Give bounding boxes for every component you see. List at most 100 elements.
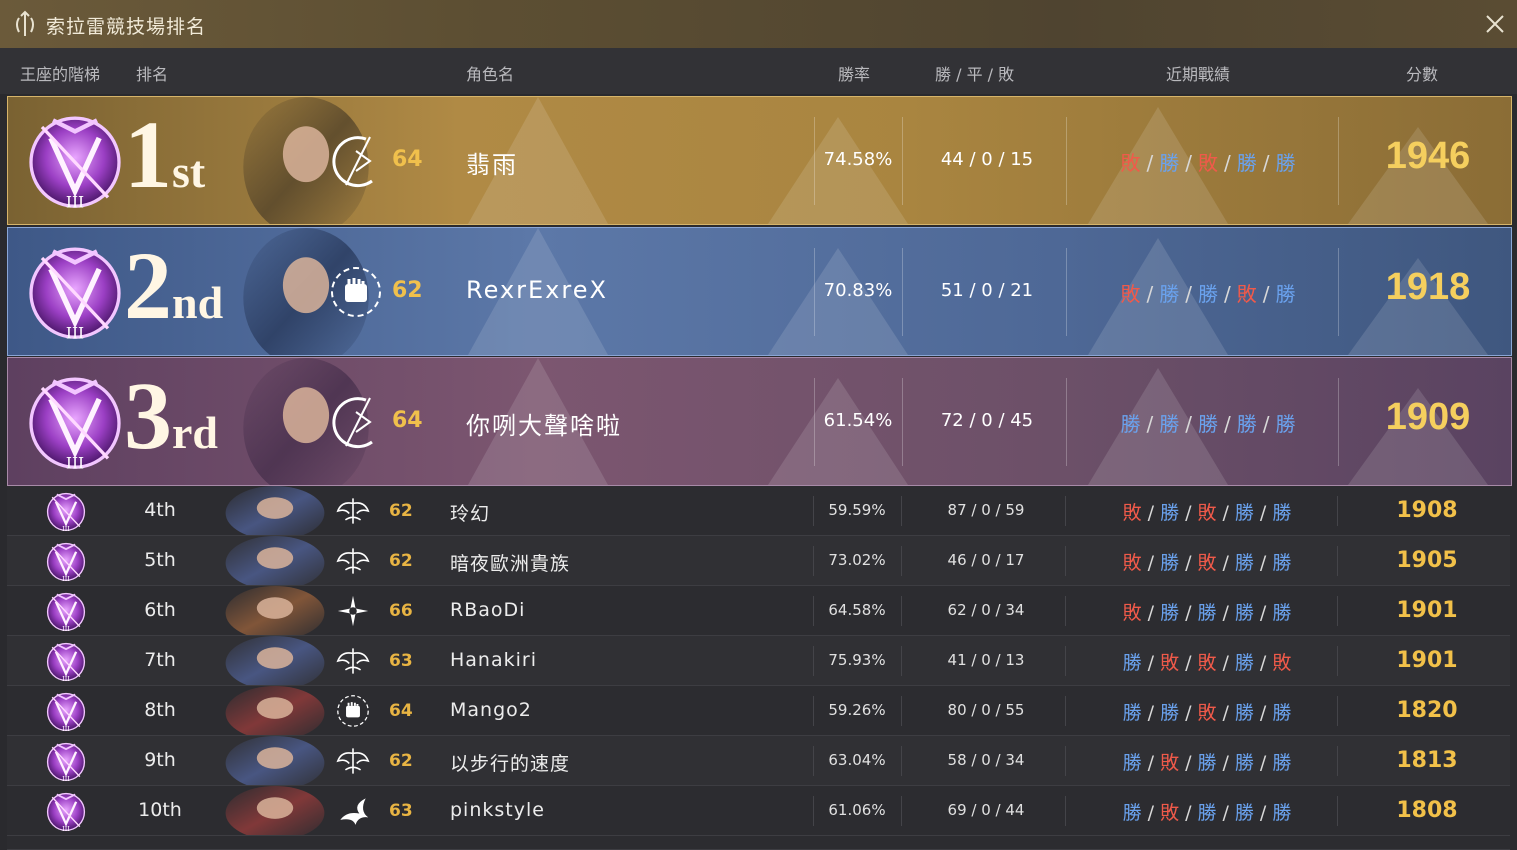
tier-emblem-icon: III: [43, 738, 89, 784]
recent-record: 勝 / 敗 / 勝 / 勝 / 勝: [1122, 802, 1292, 824]
score: 1908: [1396, 498, 1458, 523]
score: 1905: [1396, 548, 1458, 573]
character-level: 64: [389, 701, 413, 721]
recent-result: 勝: [1236, 151, 1257, 175]
wind-swirl-icon: [333, 792, 373, 830]
ranking-row[interactable]: III 5th 62 暗夜歐洲貴族 73.02% 46 / 0 / 17 敗 / 勝…: [7, 536, 1510, 590]
recent-result: 勝: [1160, 602, 1180, 624]
svg-text:III: III: [66, 324, 84, 342]
win-draw-loss: 72 / 0 / 45: [940, 410, 1034, 431]
rank-label: 7th: [144, 649, 176, 671]
recent-result: 勝: [1197, 802, 1217, 824]
score: 1909: [1385, 396, 1471, 438]
character-name: 以步行的速度: [450, 753, 571, 775]
tier-emblem-icon: III: [43, 688, 89, 734]
svg-text:III: III: [62, 825, 70, 833]
character-portrait: [203, 536, 333, 590]
character-level: 63: [389, 651, 413, 671]
recent-result: 敗: [1197, 552, 1217, 574]
rank-label: 6th: [144, 599, 176, 621]
character-level: 64: [392, 147, 423, 172]
recent-result: 敗: [1122, 552, 1142, 574]
tier-emblem-icon: III: [43, 538, 89, 584]
ranking-row[interactable]: III 7th 63 Hanakiri 75.93% 41 / 0 / 13 勝…: [7, 636, 1510, 690]
recent-result: 勝: [1272, 602, 1292, 624]
crescent-blade-icon: [326, 131, 386, 191]
recent-record: 敗 / 勝 / 勝 / 勝 / 勝: [1122, 602, 1292, 624]
recent-result: 敗: [1197, 702, 1217, 724]
star-blade-icon: [333, 592, 373, 630]
recent-result: 勝: [1160, 702, 1180, 724]
recent-result: 勝: [1122, 802, 1142, 824]
recent-result: 敗: [1120, 151, 1141, 175]
character-level: 64: [392, 408, 423, 433]
rank-suffix: rd: [172, 407, 218, 458]
recent-result: 勝: [1122, 702, 1142, 724]
score: 1820: [1396, 698, 1458, 723]
ranking-row[interactable]: III 6th 66 RBaoDi 64.58% 62 / 0 / 34 敗 / 勝…: [7, 586, 1510, 640]
winged-emblem-icon: [333, 742, 373, 780]
rank-number: 2: [124, 232, 172, 339]
character-name: 翡雨: [466, 151, 518, 179]
rank-badge: 3rd: [124, 366, 218, 466]
recent-result: 勝: [1159, 412, 1180, 436]
ranking-row[interactable]: III 4th 62 玲幻 59.59% 87 / 0 / 59 敗 / 勝 / 敗 / 勝…: [7, 486, 1510, 540]
recent-record: 勝 / 敗 / 敗 / 勝 / 敗: [1122, 652, 1292, 674]
recent-result: 敗: [1122, 502, 1142, 524]
ranking-row[interactable]: III 10th 63 pinkstyle 61.06% 69 / 0 / 44…: [7, 786, 1510, 840]
recent-result: 勝: [1198, 412, 1218, 436]
tier-emblem-icon: III: [43, 588, 89, 634]
recent-result: 勝: [1234, 652, 1254, 674]
character-portrait: [203, 486, 333, 540]
win-rate: 61.54%: [823, 410, 893, 431]
header-recent: 近期戰績: [1166, 65, 1231, 84]
character-portrait: [203, 736, 333, 790]
character-portrait: [203, 636, 333, 690]
column-header: 王座的階梯 排名 角色名 勝率 勝 / 平 / 敗 近期戰績 分數: [0, 48, 1517, 94]
character-level: 62: [389, 551, 413, 571]
recent-result: 勝: [1122, 652, 1142, 674]
recent-result: 勝: [1234, 602, 1254, 624]
win-rate: 73.02%: [828, 551, 886, 569]
recent-result: 勝: [1197, 602, 1217, 624]
recent-result: 勝: [1160, 502, 1180, 524]
recent-result: 勝: [1122, 752, 1142, 774]
win-rate: 70.83%: [823, 280, 893, 301]
tier-emblem-icon: III: [43, 638, 89, 684]
rank-suffix: nd: [172, 277, 224, 328]
rank-badge: 1st: [124, 105, 205, 205]
score: 1946: [1385, 135, 1471, 177]
header-winrate: 勝率: [838, 65, 871, 84]
character-name: 你咧大聲啥啦: [466, 412, 622, 440]
character-level: 62: [392, 278, 423, 303]
character-portrait: [203, 586, 333, 640]
recent-result: 敗: [1198, 151, 1218, 175]
score: 1901: [1396, 648, 1458, 673]
rank-label: 4th: [144, 499, 176, 521]
tier-emblem-icon: III: [20, 236, 130, 348]
character-name: 暗夜歐洲貴族: [450, 553, 571, 575]
ranking-row[interactable]: III 9th 62 以步行的速度 63.04% 58 / 0 / 34 勝 / 敗…: [7, 736, 1510, 790]
score: 1918: [1385, 266, 1471, 308]
header-name: 角色名: [466, 65, 515, 84]
top-ranking-row[interactable]: III 2nd 62 RexrExreX 70.83% 51 / 0 / 21 …: [7, 227, 1512, 356]
tier-emblem-icon: III: [20, 366, 130, 478]
recent-record: 敗 / 勝 / 敗 / 勝 / 勝: [1122, 552, 1292, 574]
recent-result: 勝: [1160, 552, 1180, 574]
svg-text:III: III: [62, 725, 70, 733]
ranking-row[interactable]: III 8th 64 Mango2 59.26% 80 / 0 / 55 勝 / 勝…: [7, 686, 1510, 740]
win-draw-loss: 44 / 0 / 15: [940, 149, 1034, 170]
recent-record: 敗 / 勝 / 勝 / 敗 / 勝: [1120, 282, 1296, 306]
recent-result: 勝: [1159, 282, 1180, 306]
top-ranking-row[interactable]: III 1st 64 翡雨 74.58% 44 / 0 / 15 敗 / 勝 / 敗 / 勝…: [7, 96, 1512, 225]
recent-result: 敗: [1160, 652, 1180, 674]
recent-record: 勝 / 勝 / 敗 / 勝 / 勝: [1122, 702, 1292, 724]
winged-emblem-icon: [333, 642, 373, 680]
header-score: 分數: [1406, 65, 1439, 84]
recent-result: 勝: [1159, 151, 1180, 175]
top-ranking-row[interactable]: III 3rd 64 你咧大聲啥啦 61.54% 72 / 0 / 45 勝 / 勝…: [7, 357, 1512, 486]
win-rate: 59.26%: [828, 701, 886, 719]
header-tier: 王座的階梯: [20, 65, 101, 84]
close-icon[interactable]: [1481, 10, 1509, 38]
recent-record: 敗 / 勝 / 敗 / 勝 / 勝: [1122, 502, 1292, 524]
